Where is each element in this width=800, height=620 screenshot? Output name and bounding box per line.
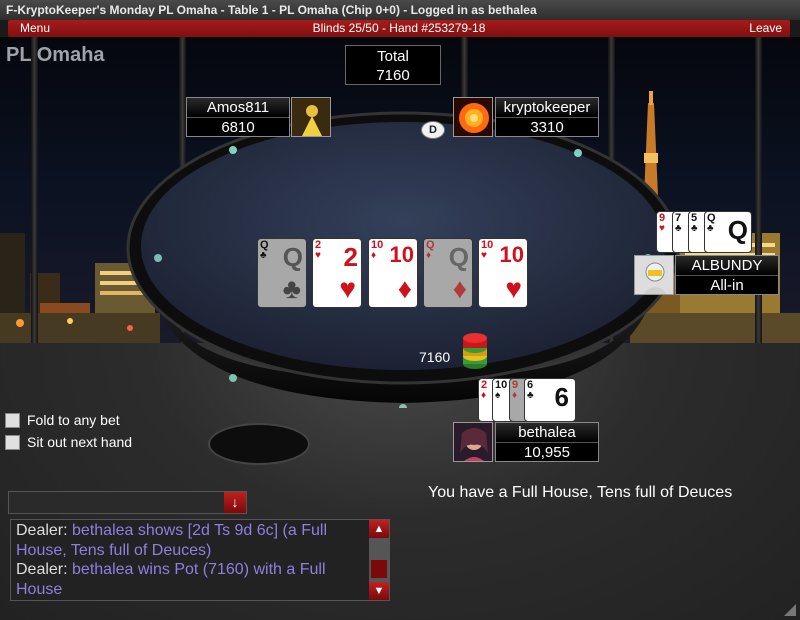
fold-to-any-bet-checkbox[interactable] xyxy=(5,412,20,428)
card-suit: ♦ xyxy=(371,250,377,261)
card-suit: ♦ xyxy=(512,390,518,401)
card-suit: ♣ xyxy=(691,223,698,234)
chat-filter-dropdown[interactable]: ↓ xyxy=(8,491,247,514)
chat-line: Dealer: bethalea shows [2d Ts 9d 6c] (a … xyxy=(16,521,368,560)
hand-info: Blinds 25/50 - Hand #253279-18 xyxy=(312,21,486,35)
card-suit: ♣ xyxy=(260,250,267,261)
card-suit-large: ♦ xyxy=(452,273,467,304)
card-rank-large: Q xyxy=(448,242,469,272)
window-frame xyxy=(755,37,762,343)
board-card: 2 ♥ 2 ♥ xyxy=(312,238,362,308)
pot-total-value: 7160 xyxy=(376,67,410,84)
avatar xyxy=(291,97,331,137)
player-stack: 6810 xyxy=(221,119,255,136)
card-rank-large: 2 xyxy=(343,242,358,272)
chat-sender: Dealer: xyxy=(16,522,68,539)
chat-line: Dealer: bethalea wins Pot (7160) with a … xyxy=(16,560,368,599)
board-card: Q ♣ Q ♣ xyxy=(257,238,307,308)
chat-lines: Dealer: bethalea shows [2d Ts 9d 6c] (a … xyxy=(16,521,368,599)
window-title: F-KryptoKeeper's Monday PL Omaha - Table… xyxy=(0,0,800,20)
card-rank-large: 10 xyxy=(389,242,414,267)
card-suit: ♥ xyxy=(315,250,321,261)
seat-bethalea[interactable]: bethalea 10,955 xyxy=(495,422,599,462)
window-frame xyxy=(31,37,38,343)
fold-to-any-bet-option[interactable]: Fold to any bet xyxy=(5,412,120,428)
card-suit: ♥ xyxy=(481,250,487,261)
card-suit: ♠ xyxy=(495,390,501,401)
card-suit-large: ♣ xyxy=(282,273,301,304)
seat-kryptokeeper[interactable]: kryptokeeper 3310 xyxy=(495,97,599,137)
card-suit: ♦ xyxy=(426,250,432,261)
triangle-up-icon[interactable]: ▲ xyxy=(369,520,389,538)
card-suit: ♣ xyxy=(707,223,714,234)
card-rank-large: Q xyxy=(282,242,303,272)
brand-title: PL Omaha xyxy=(6,44,105,66)
card-suit: ♣ xyxy=(675,223,682,234)
leave-button[interactable]: Leave xyxy=(749,21,782,35)
avatar xyxy=(453,97,493,137)
pot-total-label: Total xyxy=(377,48,409,65)
menu-button[interactable]: Menu xyxy=(20,21,50,35)
triangle-down-icon[interactable]: ▼ xyxy=(369,582,389,600)
chat-sender: Dealer: xyxy=(16,561,68,578)
hand-result-message: You have a Full House, Tens full of Deuc… xyxy=(428,484,733,501)
player-name: kryptokeeper xyxy=(496,98,598,118)
player-stack: 3310 xyxy=(530,119,564,136)
sit-out-next-hand-option[interactable]: Sit out next hand xyxy=(5,434,132,450)
card-suit: ♦ xyxy=(481,390,487,401)
top-menubar: Menu Blinds 25/50 - Hand #253279-18 Leav… xyxy=(8,20,790,37)
card-suit: ♥ xyxy=(659,223,665,234)
board-card: 10 ♥ 10 ♥ xyxy=(478,238,528,308)
seat-amos811[interactable]: Amos811 6810 xyxy=(186,97,290,137)
action-button-slot xyxy=(208,423,310,465)
scroll-thumb[interactable] xyxy=(371,560,387,578)
sit-out-next-hand-checkbox[interactable] xyxy=(5,434,20,450)
player-stack: 10,955 xyxy=(524,444,570,461)
card-suit: ♣ xyxy=(527,390,534,401)
avatar xyxy=(453,422,493,462)
player-name: ALBUNDY xyxy=(676,256,778,276)
board-card: Q ♦ Q ♦ xyxy=(423,238,473,308)
player-name: Amos811 xyxy=(187,98,289,118)
card-suit-large: ♦ xyxy=(397,273,412,304)
chip-stack-icon xyxy=(463,333,487,369)
pot-amount: 7160 xyxy=(419,349,451,365)
card-rank-large: 6 xyxy=(554,382,569,412)
chat-scrollbar[interactable]: ▲ ▼ xyxy=(369,520,389,600)
pot-total-box: Total 7160 xyxy=(345,45,441,85)
playing-card: Q ♣ Q xyxy=(704,211,752,253)
card-rank-large: 10 xyxy=(499,242,524,267)
player-stack: All-in xyxy=(710,277,744,294)
chat-log[interactable]: Dealer: bethalea shows [2d Ts 9d 6c] (a … xyxy=(10,519,390,601)
avatar xyxy=(634,255,674,295)
player-name: bethalea xyxy=(496,423,598,443)
card-rank-large: Q xyxy=(727,215,748,245)
playing-card: 6 ♣ 6 xyxy=(524,378,576,422)
card-suit-large: ♥ xyxy=(505,273,522,304)
resize-grip-icon[interactable] xyxy=(784,604,796,616)
card-suit-large: ♥ xyxy=(339,273,356,304)
fold-to-any-bet-label: Fold to any bet xyxy=(27,412,120,428)
seat-albundy[interactable]: ALBUNDY All-in xyxy=(675,255,779,295)
board-card: 10 ♦ 10 ♦ xyxy=(368,238,418,308)
dealer-button: D xyxy=(421,121,445,139)
sit-out-next-hand-label: Sit out next hand xyxy=(27,434,133,450)
arrow-down-icon[interactable]: ↓ xyxy=(224,492,246,513)
